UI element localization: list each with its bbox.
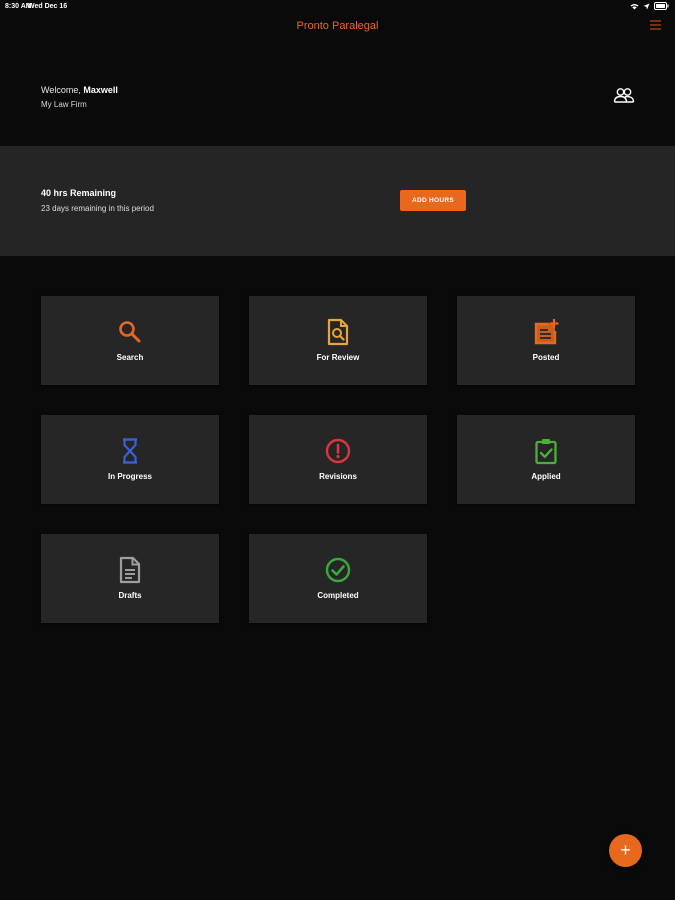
firm-name: My Law Firm (41, 100, 87, 109)
add-hours-button[interactable]: ADD HOURS (400, 190, 466, 211)
users-icon[interactable] (613, 86, 635, 109)
clipboard-check-icon (535, 439, 557, 465)
tile-in-progress[interactable]: In Progress (41, 415, 219, 504)
add-fab-button[interactable]: + (609, 834, 642, 867)
tile-label: Search (116, 353, 144, 362)
tile-applied[interactable]: Applied (457, 415, 635, 504)
status-icons (630, 2, 669, 10)
tile-label: For Review (316, 353, 360, 362)
tile-completed[interactable]: Completed (249, 534, 427, 623)
tile-revisions[interactable]: Revisions (249, 415, 427, 504)
tile-label: In Progress (107, 472, 152, 481)
welcome-prefix: Welcome, (41, 85, 84, 95)
tile-label: Applied (531, 472, 561, 481)
battery-icon (654, 2, 669, 10)
hours-panel: 40 hrs Remaining 23 days remaining in th… (0, 146, 675, 256)
check-circle-icon (325, 557, 351, 583)
status-bar: 8:30 AM Wed Dec 16 (0, 0, 675, 14)
document-icon (119, 556, 141, 584)
plus-icon: + (620, 840, 631, 860)
tile-label: Drafts (118, 591, 142, 600)
post-add-icon (534, 319, 559, 345)
tile-search[interactable]: Search (41, 296, 219, 385)
tile-label: Completed (317, 591, 359, 600)
location-icon (643, 3, 650, 9)
tile-label: Posted (532, 353, 560, 362)
hamburger-menu-icon[interactable] (650, 20, 661, 30)
user-name: Maxwell (83, 85, 118, 95)
document-search-icon (327, 318, 349, 346)
tile-label: Revisions (319, 472, 357, 481)
days-remaining: 23 days remaining in this period (41, 204, 154, 213)
wifi-icon (630, 3, 639, 9)
hours-remaining: 40 hrs Remaining (41, 188, 117, 198)
tile-posted[interactable]: Posted (457, 296, 635, 385)
welcome-text: Welcome, Maxwell (41, 85, 118, 95)
hourglass-icon (123, 438, 137, 464)
status-date: Wed Dec 16 (28, 3, 68, 10)
alert-circle-icon (325, 438, 351, 464)
app-title: Pronto Paralegal (296, 20, 379, 32)
tile-drafts[interactable]: Drafts (41, 534, 219, 623)
search-icon (119, 321, 141, 343)
tile-for-review[interactable]: For Review (249, 296, 427, 385)
